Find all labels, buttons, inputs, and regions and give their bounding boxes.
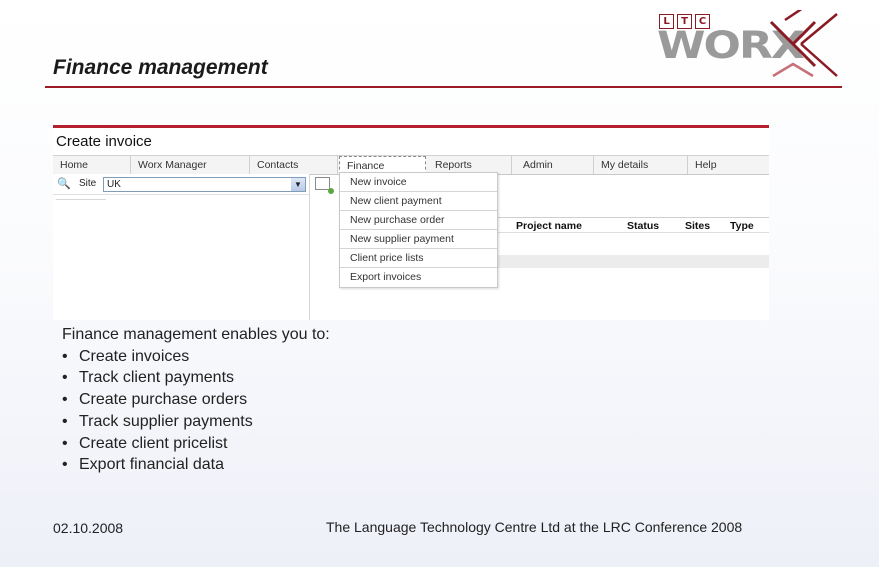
add-item-icon[interactable] xyxy=(315,177,334,194)
menu-new-supplier-payment[interactable]: New supplier payment xyxy=(340,230,497,249)
list-item: Track client payments xyxy=(62,367,330,389)
menu-new-purchase-order[interactable]: New purchase order xyxy=(340,211,497,230)
site-select-value: UK xyxy=(107,179,121,190)
nav-worx-manager[interactable]: Worx Manager xyxy=(131,156,250,174)
table-footer-band xyxy=(494,255,769,268)
left-panel: 🔍 Site UK ▼ xyxy=(53,174,310,320)
menu-new-invoice[interactable]: New invoice xyxy=(340,173,497,192)
col-type[interactable]: Type xyxy=(730,220,754,232)
list-item: Create invoices xyxy=(62,346,330,368)
menu-client-price-lists[interactable]: Client price lists xyxy=(340,249,497,268)
page-title: Create invoice xyxy=(56,133,152,150)
chevron-down-icon[interactable]: ▼ xyxy=(291,178,305,191)
footer-date: 02.10.2008 xyxy=(53,520,124,536)
logo-x-mark xyxy=(769,10,838,78)
menu-export-invoices[interactable]: Export invoices xyxy=(340,268,497,287)
nav-help[interactable]: Help xyxy=(688,156,758,174)
feature-intro: Finance management enables you to: xyxy=(62,326,330,343)
site-label: Site xyxy=(79,178,97,189)
footer-text: The Language Technology Centre Ltd at th… xyxy=(326,519,743,535)
ltc-worx-logo: L T C WORX xyxy=(655,10,841,84)
list-item: Export financial data xyxy=(62,454,330,476)
finance-dropdown-menu: New invoice New client payment New purch… xyxy=(339,172,498,288)
table-header: Project name Status Sites Type xyxy=(494,217,769,233)
slide-title: Finance management xyxy=(53,56,268,79)
list-item: Track supplier payments xyxy=(62,411,330,433)
site-toolbar: 🔍 Site UK ▼ xyxy=(53,174,309,195)
nav-admin[interactable]: Admin xyxy=(512,156,594,174)
title-rule xyxy=(45,86,842,88)
col-project-name[interactable]: Project name xyxy=(516,220,582,232)
site-select[interactable]: UK ▼ xyxy=(103,177,306,192)
col-sites[interactable]: Sites xyxy=(685,220,710,232)
tree-divider xyxy=(56,199,106,200)
feature-list: Finance management enables you to: Creat… xyxy=(62,324,330,476)
nav-home[interactable]: Home xyxy=(53,156,131,174)
menu-new-client-payment[interactable]: New client payment xyxy=(340,192,497,211)
nav-my-details[interactable]: My details xyxy=(594,156,688,174)
col-status[interactable]: Status xyxy=(627,220,659,232)
list-item: Create purchase orders xyxy=(62,389,330,411)
list-item: Create client pricelist xyxy=(62,433,330,455)
binoculars-icon[interactable]: 🔍 xyxy=(57,177,71,190)
nav-contacts[interactable]: Contacts xyxy=(250,156,338,174)
app-top-bar xyxy=(53,125,769,128)
table-row-divider xyxy=(494,232,769,233)
